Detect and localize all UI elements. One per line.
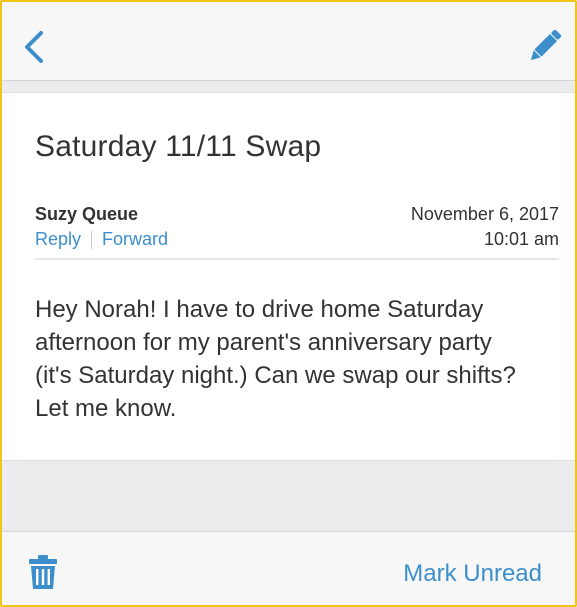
reply-link[interactable]: Reply (35, 229, 81, 250)
message-body: Hey Norah! I have to drive home Saturday… (35, 296, 516, 422)
message-date: November 6, 2017 (410, 204, 559, 224)
forward-link[interactable]: Forward (102, 229, 168, 250)
empty-space (2, 460, 575, 531)
message-actions: Reply Forward (35, 229, 168, 250)
delete-button[interactable] (24, 552, 62, 592)
message-time: 10:01 am (483, 229, 559, 249)
header-separator (2, 81, 575, 93)
compose-button[interactable] (525, 24, 565, 68)
message-screen: Saturday 11/11 Swap Suzy Queue Reply For… (0, 0, 577, 607)
bottom-toolbar: Mark Unread (2, 531, 575, 605)
action-divider (91, 230, 93, 249)
trash-icon (29, 555, 57, 589)
pencil-icon (530, 29, 562, 61)
message-meta: Suzy Queue Reply Forward November 6, 201… (35, 204, 559, 254)
chevron-left-icon (25, 31, 43, 63)
top-navigation-bar (2, 2, 575, 81)
message-subject: Saturday 11/11 Swap (35, 130, 322, 163)
message-content: Saturday 11/11 Swap Suzy Queue Reply For… (2, 93, 575, 459)
mark-unread-button[interactable]: Mark Unread (403, 560, 542, 588)
sender-name: Suzy Queue (35, 204, 139, 224)
meta-divider (35, 258, 559, 260)
back-button[interactable] (16, 27, 52, 67)
